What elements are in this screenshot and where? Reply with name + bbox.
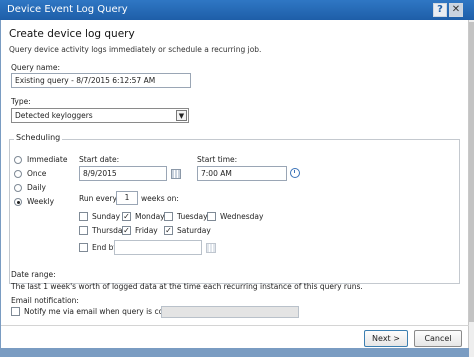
checkbox[interactable]: ✓ (122, 226, 131, 235)
type-select[interactable]: Detected keyloggers ▼ (11, 108, 189, 123)
radio-label: Immediate (27, 155, 68, 164)
calendar-icon[interactable] (171, 169, 181, 179)
radio-button[interactable] (14, 156, 22, 164)
notify-email-input[interactable] (161, 306, 299, 318)
checkbox[interactable] (79, 212, 88, 221)
checkbox[interactable] (207, 212, 216, 221)
weeks-on-label: weeks on: (141, 194, 179, 203)
footer-divider (1, 325, 469, 326)
type-label: Type: (11, 97, 31, 106)
checkbox[interactable] (79, 243, 88, 252)
chevron-down-icon: ▼ (176, 110, 187, 121)
checkbox[interactable]: ✓ (164, 226, 173, 235)
checkbox[interactable] (164, 212, 173, 221)
radio-label: Once (27, 169, 47, 178)
query-name-label: Query name: (11, 63, 60, 72)
scrollbar-thumb[interactable] (469, 22, 474, 322)
day-label: Tuesday (177, 212, 208, 221)
day-label: Monday (135, 212, 165, 221)
start-date-label: Start date: (79, 155, 120, 164)
title-bar[interactable]: Device Event Log Query ? ✕ (0, 0, 474, 20)
date-range-label: Date range: (11, 270, 56, 279)
radio-button[interactable] (14, 198, 22, 206)
help-button[interactable]: ? (433, 3, 447, 17)
start-time-label: Start time: (197, 155, 238, 164)
query-name-input[interactable]: Existing query - 8/7/2015 6:12:57 AM (11, 73, 191, 88)
clock-icon[interactable] (290, 168, 300, 178)
radio-button[interactable] (14, 184, 22, 192)
calendar-icon[interactable] (206, 243, 216, 253)
weeks-interval-input[interactable]: 1 (116, 191, 138, 205)
page-title: Create device log query (9, 28, 135, 40)
checkbox[interactable]: ✓ (122, 212, 131, 221)
close-button[interactable]: ✕ (449, 3, 463, 17)
email-notification-label: Email notification: (11, 296, 79, 305)
start-date-input[interactable]: 8/9/2015 (79, 166, 167, 181)
scheduling-legend: Scheduling (14, 133, 63, 142)
dialog-window: Device Event Log Query ? ✕ Create device… (0, 0, 474, 357)
end-by-date-input[interactable] (114, 240, 202, 255)
day-label: Saturday (177, 226, 211, 235)
checkbox[interactable] (79, 226, 88, 235)
day-label: Sunday (92, 212, 121, 221)
radio-button[interactable] (14, 170, 22, 178)
dialog-body: Create device log query Query device act… (1, 20, 469, 348)
cancel-button[interactable]: Cancel (414, 330, 462, 347)
date-range-text: The last 1 week's worth of logged data a… (11, 282, 363, 291)
day-label: Friday (135, 226, 158, 235)
checkbox[interactable] (11, 307, 20, 316)
day-label: Wednesday (220, 212, 264, 221)
window-title: Device Event Log Query (7, 4, 128, 15)
radio-label: Weekly (27, 197, 55, 206)
radio-label: Daily (27, 183, 46, 192)
start-time-input[interactable]: 7:00 AM (197, 166, 287, 181)
type-selected-value: Detected keyloggers (15, 111, 93, 120)
run-every-label: Run every (79, 194, 117, 203)
page-description: Query device activity logs immediately o… (9, 45, 262, 54)
next-button[interactable]: Next > (364, 330, 408, 347)
